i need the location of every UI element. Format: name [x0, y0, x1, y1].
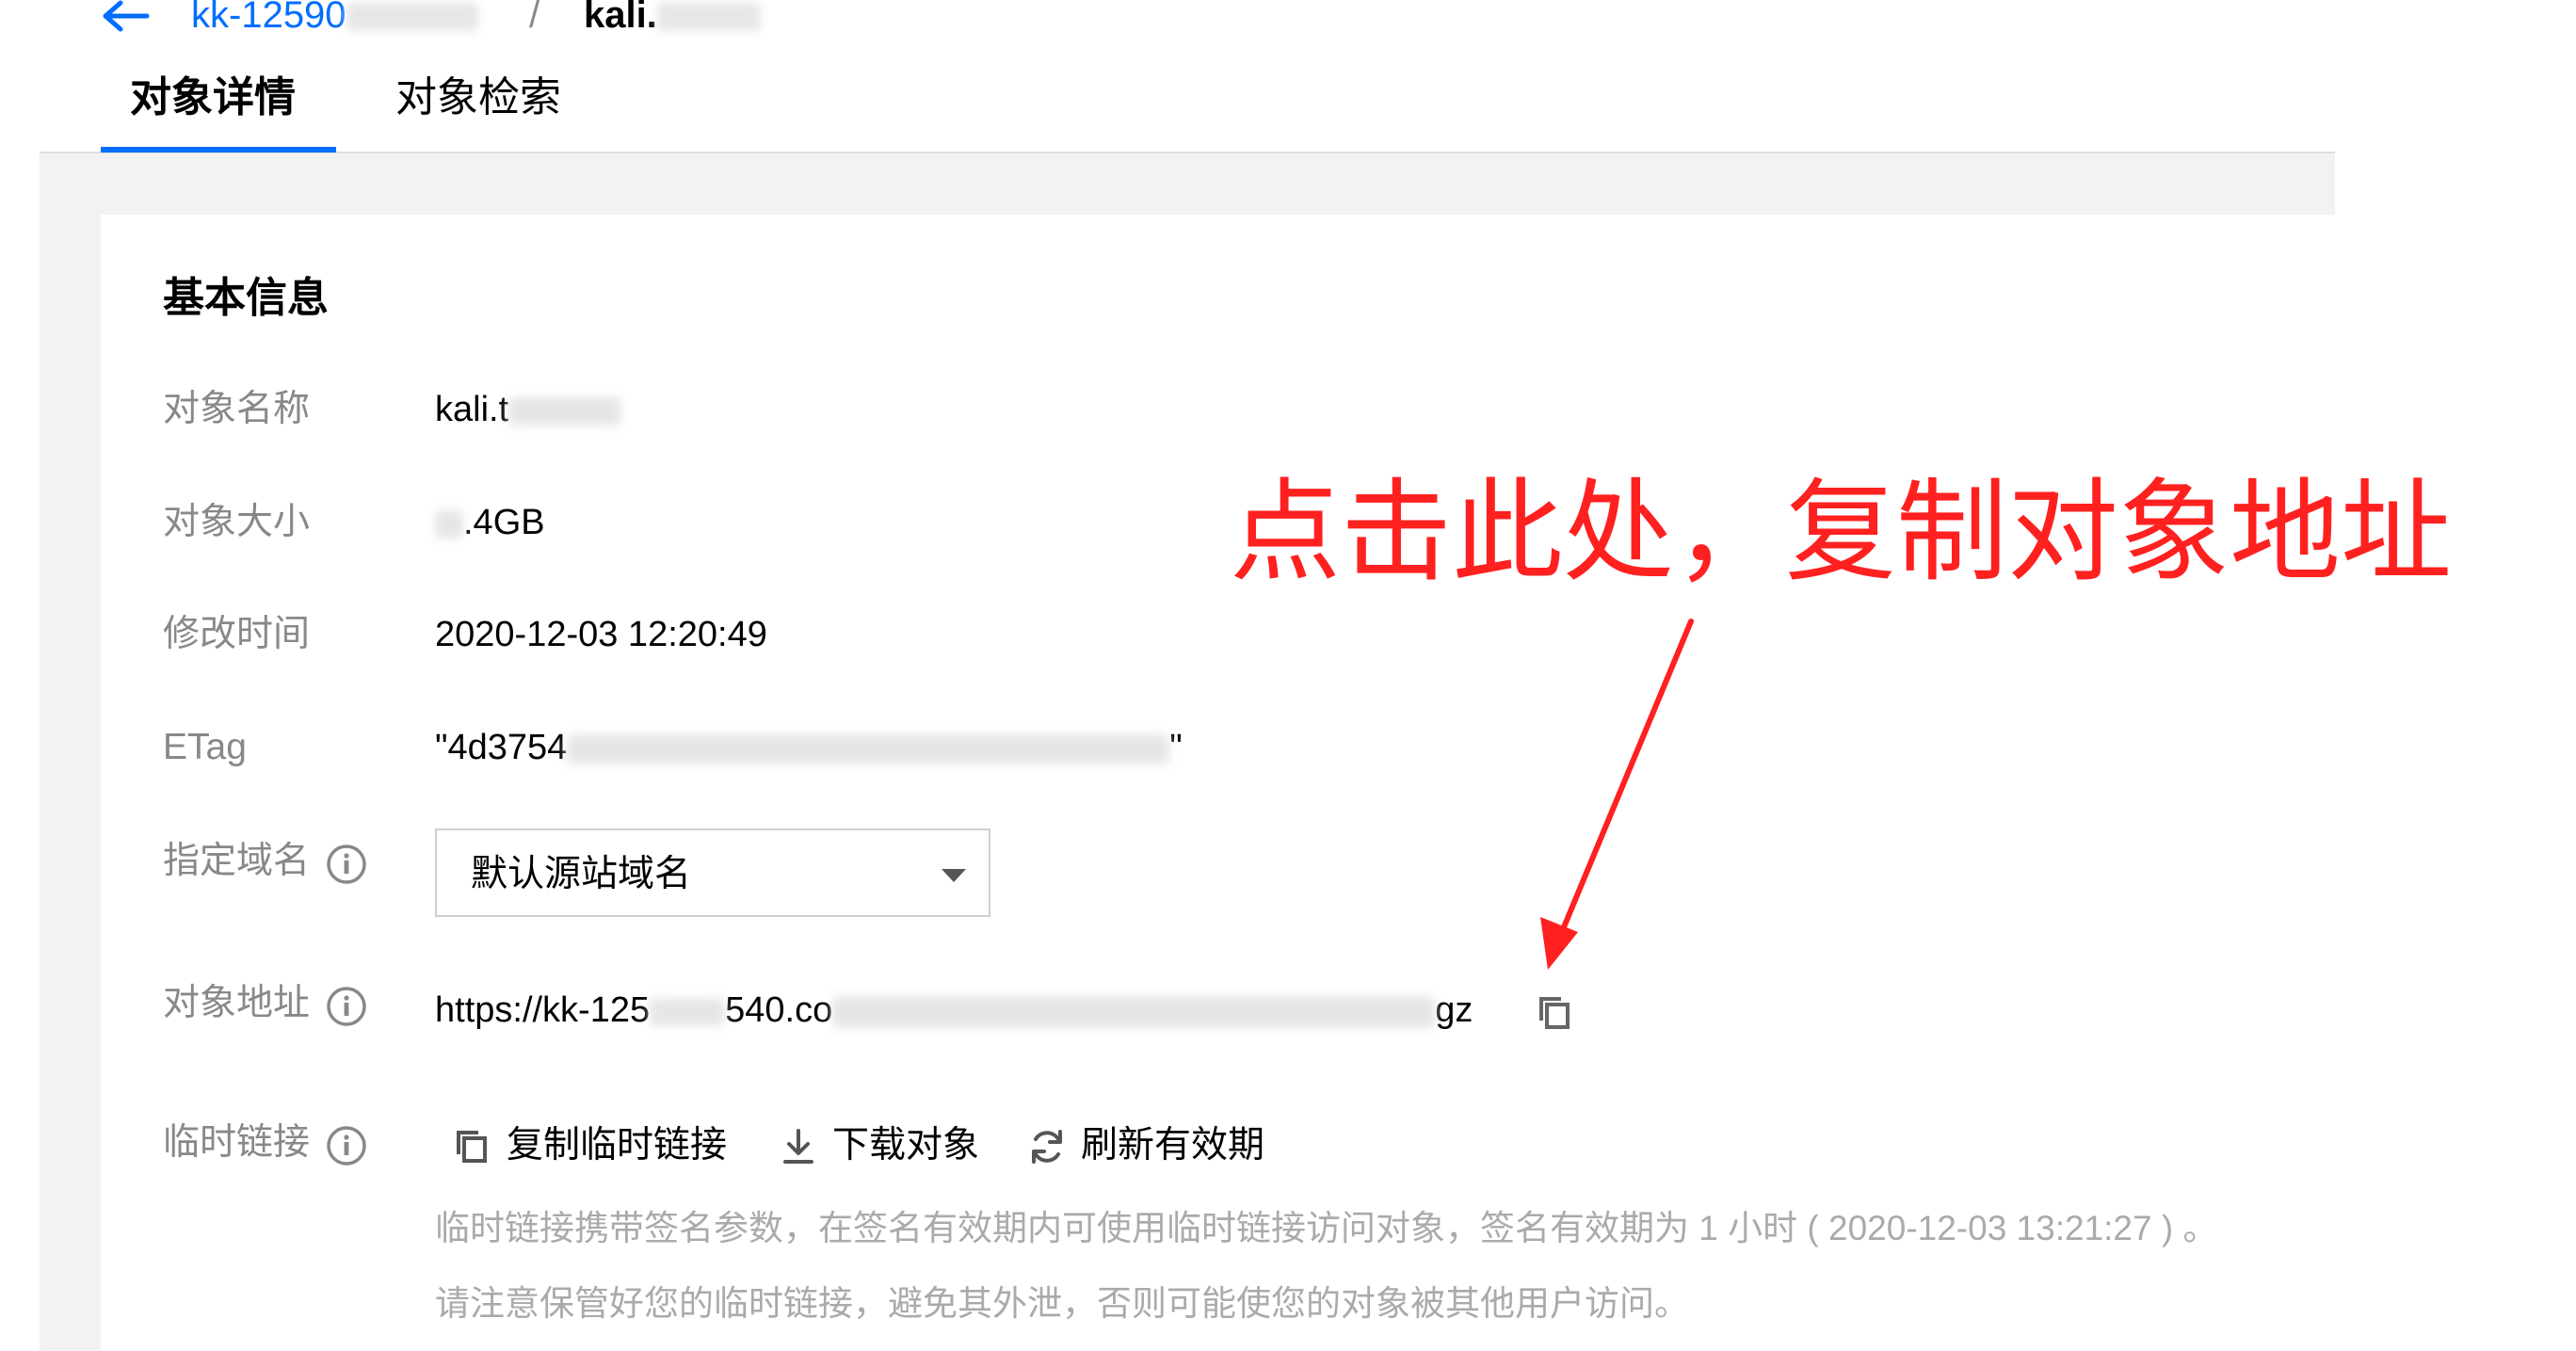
temp-link-info-icon[interactable]: [326, 1125, 367, 1166]
redacted-etag: [567, 733, 1170, 764]
domain-select-value: 默认源站域名: [471, 854, 692, 894]
section-title: 基本信息: [163, 275, 329, 321]
url-mid: 540.co: [725, 990, 833, 1030]
object-detail-page: kk-12590 / kali. 对象详情 对象检索 基本信息 对象名称 kal…: [0, 0, 2576, 1351]
back-arrow-icon[interactable]: [100, 0, 151, 32]
copy-temp-link-button[interactable]: 复制临时链接: [452, 1120, 753, 1173]
etag-start: "4d3754: [435, 728, 568, 767]
breadcrumb-bucket-name: kk-12590: [191, 0, 346, 36]
url-info-icon[interactable]: [326, 986, 367, 1027]
etag-end: ": [1169, 728, 1183, 767]
breadcrumb-object-name: kali.: [584, 0, 657, 36]
field-label-etag: ETag: [163, 727, 247, 767]
domain-info-icon[interactable]: [326, 844, 367, 885]
field-value-etag: "4d3754 ": [435, 726, 1183, 769]
copy-url-icon[interactable]: [1535, 992, 1576, 1034]
redacted-name: [508, 396, 622, 426]
tab-object-detail[interactable]: 对象详情: [130, 72, 296, 124]
download-object-button[interactable]: 下载对象: [778, 1120, 1004, 1173]
url-start: https://kk-125: [435, 990, 651, 1030]
tab-object-search[interactable]: 对象检索: [395, 72, 561, 124]
download-icon: [783, 1129, 813, 1164]
copy-icon: [457, 1131, 487, 1163]
temp-link-hint-line-2: 请注意保管好您的临时链接，避免其外泄，否则可能使您的对象被其他用户访问。: [435, 1284, 1689, 1323]
breadcrumb-separator: /: [529, 0, 540, 36]
field-label-temp-link: 临时链接: [163, 1122, 311, 1163]
domain-select[interactable]: 默认源站域名: [435, 828, 990, 917]
annotation-callout-text: 点击此处，复制对象地址: [1230, 471, 2453, 595]
redacted-object-suffix: [656, 3, 761, 32]
field-label-modified: 修改时间: [163, 614, 311, 654]
basic-info-card: [101, 215, 2576, 1351]
download-object-label: 下载对象: [832, 1125, 980, 1166]
field-label-size: 对象大小: [163, 502, 311, 542]
breadcrumb-object: kali.: [584, 0, 761, 34]
field-label-url: 对象地址: [163, 983, 311, 1023]
field-value-url: https://kk-125 540.co gz: [435, 989, 1473, 1032]
field-label-name: 对象名称: [163, 389, 311, 429]
field-label-domain: 指定域名: [163, 841, 311, 881]
caret-down-icon: [942, 869, 966, 882]
breadcrumb-bucket-link[interactable]: kk-12590: [191, 0, 478, 34]
refresh-icon: [1032, 1130, 1062, 1164]
temp-link-hint-line-1: 临时链接携带签名参数，在签名有效期内可使用临时链接访问对象，签名有效期为 1 小…: [435, 1209, 2218, 1247]
field-value-size: .4GB: [435, 501, 545, 544]
url-end: gz: [1435, 990, 1473, 1030]
object-name-text: kali.t: [435, 390, 509, 429]
redacted-size: [435, 509, 463, 539]
annotation-arrow: [1540, 619, 1694, 970]
redacted-bucket-suffix: [346, 3, 478, 32]
field-value-modified: 2020-12-03 12:20:49: [435, 615, 767, 654]
refresh-expiry-button[interactable]: 刷新有效期: [1026, 1120, 1309, 1173]
copy-temp-link-label: 复制临时链接: [507, 1125, 728, 1166]
refresh-expiry-label: 刷新有效期: [1081, 1125, 1265, 1166]
redacted-url-2: [832, 995, 1436, 1028]
active-tab-indicator: [101, 147, 336, 153]
redacted-url-1: [650, 997, 726, 1026]
object-size-text: .4GB: [463, 503, 545, 542]
field-value-name: kali.t: [435, 388, 622, 431]
